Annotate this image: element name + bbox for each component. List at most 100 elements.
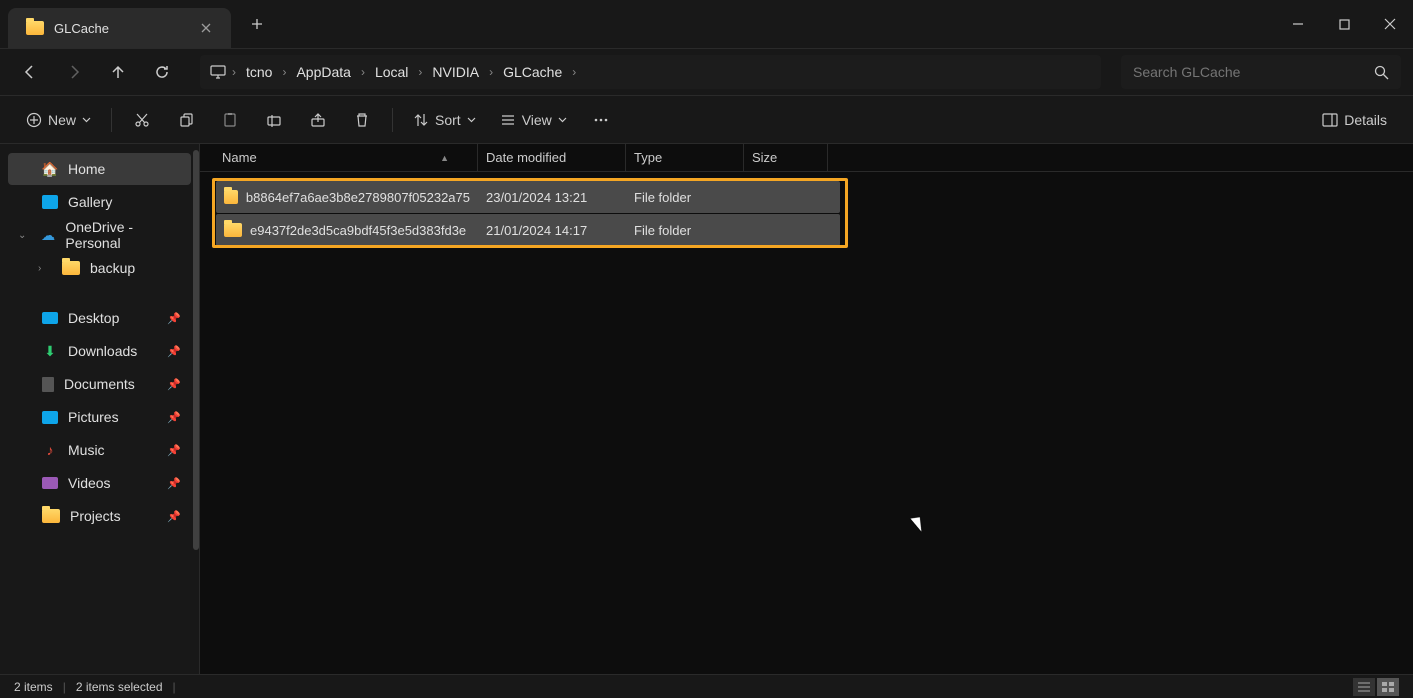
- chevron-right-icon: ›: [489, 65, 493, 79]
- sidebar-item-label: Desktop: [68, 310, 119, 326]
- sidebar-item-documents[interactable]: Documents 📌: [8, 368, 191, 400]
- column-size[interactable]: Size: [744, 144, 828, 171]
- back-button[interactable]: [12, 54, 48, 90]
- breadcrumb-item[interactable]: Local: [371, 62, 412, 82]
- sidebar-item-videos[interactable]: Videos 📌: [8, 467, 191, 499]
- breadcrumb[interactable]: › tcno › AppData › Local › NVIDIA › GLCa…: [200, 55, 1101, 89]
- sidebar-item-onedrive[interactable]: ⌄ ☁ OneDrive - Personal: [8, 219, 191, 251]
- share-button[interactable]: [298, 102, 338, 138]
- scrollbar[interactable]: [193, 150, 199, 550]
- file-name: b8864ef7a6ae3b8e2789807f05232a75: [246, 190, 470, 205]
- column-type[interactable]: Type: [626, 144, 744, 171]
- maximize-button[interactable]: [1321, 4, 1367, 44]
- sidebar-item-backup[interactable]: › backup: [8, 252, 191, 284]
- tab-title: GLCache: [54, 21, 109, 36]
- folder-icon: [62, 261, 80, 275]
- sidebar-item-label: Pictures: [68, 409, 119, 425]
- sidebar-item-pictures[interactable]: Pictures 📌: [8, 401, 191, 433]
- toolbar: New Sort View Details: [0, 96, 1413, 144]
- sidebar-item-gallery[interactable]: Gallery: [8, 186, 191, 218]
- folder-icon: [26, 21, 44, 35]
- details-view-button[interactable]: [1353, 678, 1375, 696]
- column-headers: Name ▲ Date modified Type Size: [200, 144, 1413, 172]
- pin-icon: 📌: [167, 411, 181, 424]
- details-button[interactable]: Details: [1312, 102, 1397, 138]
- separator: [111, 108, 112, 132]
- chevron-right-icon: ›: [361, 65, 365, 79]
- chevron-right-icon: ›: [232, 65, 236, 79]
- cursor-icon: [910, 513, 927, 531]
- separator: |: [63, 680, 66, 694]
- content-area: Name ▲ Date modified Type Size b8864ef7a…: [200, 144, 1413, 674]
- search-box[interactable]: [1121, 55, 1401, 89]
- sidebar-item-music[interactable]: ♪ Music 📌: [8, 434, 191, 466]
- sidebar-item-desktop[interactable]: Desktop 📌: [8, 302, 191, 334]
- statusbar: 2 items | 2 items selected |: [0, 674, 1413, 698]
- separator: |: [173, 680, 176, 694]
- breadcrumb-item[interactable]: NVIDIA: [428, 62, 483, 82]
- pin-icon: 📌: [167, 345, 181, 358]
- chevron-right-icon: ›: [418, 65, 422, 79]
- breadcrumb-item[interactable]: AppData: [292, 62, 354, 82]
- table-row[interactable]: e9437f2de3d5ca9bdf45f3e5d383fd3e 21/01/2…: [216, 214, 840, 246]
- new-button[interactable]: New: [16, 102, 101, 138]
- sidebar-item-label: Music: [68, 442, 105, 458]
- home-icon: 🏠: [42, 161, 58, 177]
- file-name: e9437f2de3d5ca9bdf45f3e5d383fd3e: [250, 223, 466, 238]
- window-controls: [1275, 4, 1413, 44]
- close-tab-button[interactable]: [199, 21, 213, 35]
- file-type: File folder: [634, 190, 691, 205]
- more-button[interactable]: [581, 102, 621, 138]
- cut-button[interactable]: [122, 102, 162, 138]
- copy-button[interactable]: [166, 102, 206, 138]
- navbar: › tcno › AppData › Local › NVIDIA › GLCa…: [0, 48, 1413, 96]
- sidebar-item-label: backup: [90, 260, 135, 276]
- column-label: Name: [222, 150, 257, 165]
- sidebar-item-downloads[interactable]: ⬇ Downloads 📌: [8, 335, 191, 367]
- column-date[interactable]: Date modified: [478, 144, 626, 171]
- sidebar-item-label: Gallery: [68, 194, 112, 210]
- download-icon: ⬇: [42, 343, 58, 359]
- forward-button[interactable]: [56, 54, 92, 90]
- column-label: Type: [634, 150, 662, 165]
- sort-label: Sort: [435, 112, 461, 128]
- view-mode-toggle: [1353, 678, 1399, 696]
- breadcrumb-item[interactable]: tcno: [242, 62, 276, 82]
- breadcrumb-item[interactable]: GLCache: [499, 62, 566, 82]
- refresh-button[interactable]: [144, 54, 180, 90]
- rename-button[interactable]: [254, 102, 294, 138]
- music-icon: ♪: [42, 442, 58, 458]
- thumbnails-view-button[interactable]: [1377, 678, 1399, 696]
- chevron-down-icon: [558, 117, 567, 123]
- tab-glcache[interactable]: GLCache: [8, 8, 231, 48]
- file-list: b8864ef7a6ae3b8e2789807f05232a75 23/01/2…: [200, 172, 1413, 247]
- chevron-down-icon: [467, 117, 476, 123]
- column-name[interactable]: Name ▲: [214, 144, 478, 171]
- sidebar-item-projects[interactable]: Projects 📌: [8, 500, 191, 532]
- minimize-button[interactable]: [1275, 4, 1321, 44]
- sidebar-item-home[interactable]: 🏠 Home: [8, 153, 191, 185]
- chevron-right-icon: ›: [282, 65, 286, 79]
- up-button[interactable]: [100, 54, 136, 90]
- close-window-button[interactable]: [1367, 4, 1413, 44]
- search-input[interactable]: [1133, 64, 1374, 80]
- status-selected: 2 items selected: [76, 680, 163, 694]
- chevron-down-icon[interactable]: ⌄: [18, 230, 31, 241]
- sort-button[interactable]: Sort: [403, 102, 486, 138]
- delete-button[interactable]: [342, 102, 382, 138]
- search-icon: [1374, 65, 1389, 80]
- view-button[interactable]: View: [490, 102, 577, 138]
- desktop-icon: [42, 312, 58, 324]
- pin-icon: 📌: [167, 312, 181, 325]
- new-tab-button[interactable]: [239, 6, 275, 42]
- column-label: Date modified: [486, 150, 566, 165]
- table-row[interactable]: b8864ef7a6ae3b8e2789807f05232a75 23/01/2…: [216, 181, 840, 213]
- gallery-icon: [42, 195, 58, 209]
- column-label: Size: [752, 150, 777, 165]
- main-area: 🏠 Home Gallery ⌄ ☁ OneDrive - Personal ›…: [0, 144, 1413, 674]
- monitor-icon: [210, 64, 226, 80]
- chevron-right-icon[interactable]: ›: [38, 263, 52, 274]
- pictures-icon: [42, 411, 58, 424]
- folder-icon: [224, 223, 242, 237]
- paste-button[interactable]: [210, 102, 250, 138]
